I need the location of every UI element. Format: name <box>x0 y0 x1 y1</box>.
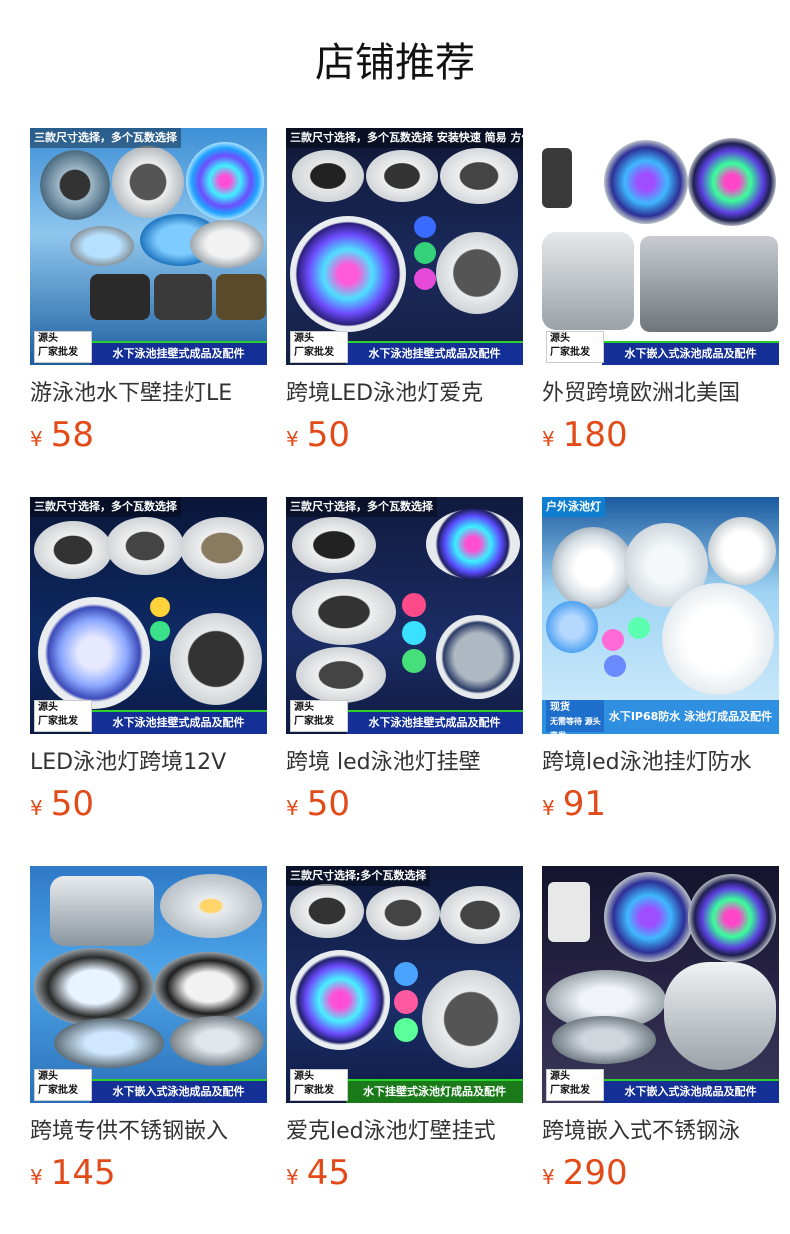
product-title[interactable]: LED泳池灯跨境12V <box>30 748 267 778</box>
price-value: 58 <box>50 415 94 455</box>
source-badge: 源头 厂家批发 <box>34 1069 92 1101</box>
image-strip-text: 水下嵌入式泳池成品及配件 <box>602 1079 779 1103</box>
product-title[interactable]: 爱克led泳池灯壁挂式 <box>286 1117 523 1147</box>
image-banner: 三款尺寸选择，多个瓦数选择 <box>30 497 181 517</box>
product-price: ¥50 <box>286 786 523 822</box>
product-card[interactable]: 水下嵌入式泳池成品及配件 源头 厂家批发 跨境专供不锈钢嵌入 ¥145 <box>30 866 267 1191</box>
product-title[interactable]: 跨境led泳池挂灯防水 <box>542 748 779 778</box>
source-badge: 源头 厂家批发 <box>290 331 348 363</box>
source-badge: 现货无需等待 源头直发 <box>546 700 604 734</box>
currency-symbol: ¥ <box>286 1165 299 1189</box>
product-image[interactable]: 水下嵌入式泳池成品及配件 源头 厂家批发 <box>542 128 779 365</box>
product-title[interactable]: 跨境嵌入式不锈钢泳 <box>542 1117 779 1147</box>
price-value: 180 <box>562 415 628 455</box>
product-title[interactable]: 外贸跨境欧洲北美国 <box>542 379 779 409</box>
image-strip-text: 水下泳池挂壁式成品及配件 <box>346 710 523 734</box>
source-badge: 源头 厂家批发 <box>546 331 604 363</box>
price-value: 91 <box>562 784 606 824</box>
currency-symbol: ¥ <box>542 796 555 820</box>
image-strip-text: 水下泳池挂壁式成品及配件 <box>90 341 267 365</box>
product-price: ¥145 <box>30 1155 267 1191</box>
product-image[interactable]: 三款尺寸选择;多个瓦数选择 水下挂壁式泳池灯成品及配件 源头 厂家批发 <box>286 866 523 1103</box>
product-card[interactable]: 三款尺寸选择，多个瓦数选择 安装快速 简易 方便 水下泳池挂壁式成品及配件 源头… <box>286 128 523 453</box>
source-badge: 源头 厂家批发 <box>290 1069 348 1101</box>
product-price: ¥91 <box>542 786 779 822</box>
product-card[interactable]: 水下嵌入式泳池成品及配件 源头 厂家批发 外贸跨境欧洲北美国 ¥180 <box>542 128 779 453</box>
currency-symbol: ¥ <box>30 796 43 820</box>
image-strip-text: 水下IP68防水 泳池灯成品及配件 <box>602 700 779 734</box>
image-strip-text: 水下泳池挂壁式成品及配件 <box>346 341 523 365</box>
price-value: 50 <box>306 415 350 455</box>
product-card[interactable]: 户外泳池灯 水下IP68防水 泳池灯成品及配件 现货无需等待 源头直发 跨境le… <box>542 497 779 822</box>
product-card[interactable]: 三款尺寸选择，多个瓦数选择 水下泳池挂壁式成品及配件 源头 厂家批发 LED泳池灯… <box>30 497 267 822</box>
product-price: ¥180 <box>542 417 779 453</box>
source-badge: 源头 厂家批发 <box>290 700 348 732</box>
image-banner: 三款尺寸选择，多个瓦数选择 <box>286 497 437 517</box>
product-image[interactable]: 三款尺寸选择，多个瓦数选择 安装快速 简易 方便 水下泳池挂壁式成品及配件 源头… <box>286 128 523 365</box>
currency-symbol: ¥ <box>30 427 43 451</box>
image-banner: 三款尺寸选择，多个瓦数选择 <box>30 128 181 148</box>
currency-symbol: ¥ <box>542 1165 555 1189</box>
product-price: ¥45 <box>286 1155 523 1191</box>
product-image[interactable]: 水下嵌入式泳池成品及配件 源头 厂家批发 <box>542 866 779 1103</box>
image-strip-text: 水下嵌入式泳池成品及配件 <box>90 1079 267 1103</box>
product-title[interactable]: 跨境 led泳池灯挂壁 <box>286 748 523 778</box>
product-price: ¥58 <box>30 417 267 453</box>
product-card[interactable]: 水下嵌入式泳池成品及配件 源头 厂家批发 跨境嵌入式不锈钢泳 ¥290 <box>542 866 779 1191</box>
price-value: 50 <box>306 784 350 824</box>
source-badge: 源头 厂家批发 <box>34 700 92 732</box>
product-image[interactable]: 三款尺寸选择，多个瓦数选择 水下泳池挂壁式成品及配件 源头 厂家批发 <box>30 497 267 734</box>
currency-symbol: ¥ <box>542 427 555 451</box>
image-strip-text: 水下泳池挂壁式成品及配件 <box>90 710 267 734</box>
source-badge: 源头 厂家批发 <box>34 331 92 363</box>
price-value: 45 <box>306 1153 350 1193</box>
image-banner: 三款尺寸选择，多个瓦数选择 安装快速 简易 方便 <box>286 128 523 148</box>
product-price: ¥50 <box>30 786 267 822</box>
price-value: 50 <box>50 784 94 824</box>
source-badge: 源头 厂家批发 <box>546 1069 604 1101</box>
product-card[interactable]: 三款尺寸选择，多个瓦数选择 水下泳池挂壁式成品及配件 源头 厂家批发 游泳池水下壁… <box>30 128 267 453</box>
product-image[interactable]: 水下嵌入式泳池成品及配件 源头 厂家批发 <box>30 866 267 1103</box>
currency-symbol: ¥ <box>30 1165 43 1189</box>
product-title[interactable]: 跨境LED泳池灯爱克 <box>286 379 523 409</box>
product-price: ¥290 <box>542 1155 779 1191</box>
page-title: 店铺推荐 <box>315 40 475 86</box>
image-banner: 三款尺寸选择;多个瓦数选择 <box>286 866 431 886</box>
product-card[interactable]: 三款尺寸选择，多个瓦数选择 水下泳池挂壁式成品及配件 源头 厂家批发 跨境 led… <box>286 497 523 822</box>
currency-symbol: ¥ <box>286 427 299 451</box>
product-price: ¥50 <box>286 417 523 453</box>
product-image[interactable]: 三款尺寸选择，多个瓦数选择 水下泳池挂壁式成品及配件 源头 厂家批发 <box>286 497 523 734</box>
product-image[interactable]: 户外泳池灯 水下IP68防水 泳池灯成品及配件 现货无需等待 源头直发 <box>542 497 779 734</box>
product-card[interactable]: 三款尺寸选择;多个瓦数选择 水下挂壁式泳池灯成品及配件 源头 厂家批发 爱克led… <box>286 866 523 1191</box>
image-strip-text: 水下嵌入式泳池成品及配件 <box>602 341 779 365</box>
price-value: 290 <box>562 1153 628 1193</box>
price-value: 145 <box>50 1153 116 1193</box>
product-title[interactable]: 游泳池水下壁挂灯LE <box>30 379 267 409</box>
currency-symbol: ¥ <box>286 796 299 820</box>
product-image[interactable]: 三款尺寸选择，多个瓦数选择 水下泳池挂壁式成品及配件 源头 厂家批发 <box>30 128 267 365</box>
image-banner: 户外泳池灯 <box>542 497 605 517</box>
image-strip-text: 水下挂壁式泳池灯成品及配件 <box>346 1079 523 1103</box>
product-title[interactable]: 跨境专供不锈钢嵌入 <box>30 1117 267 1147</box>
